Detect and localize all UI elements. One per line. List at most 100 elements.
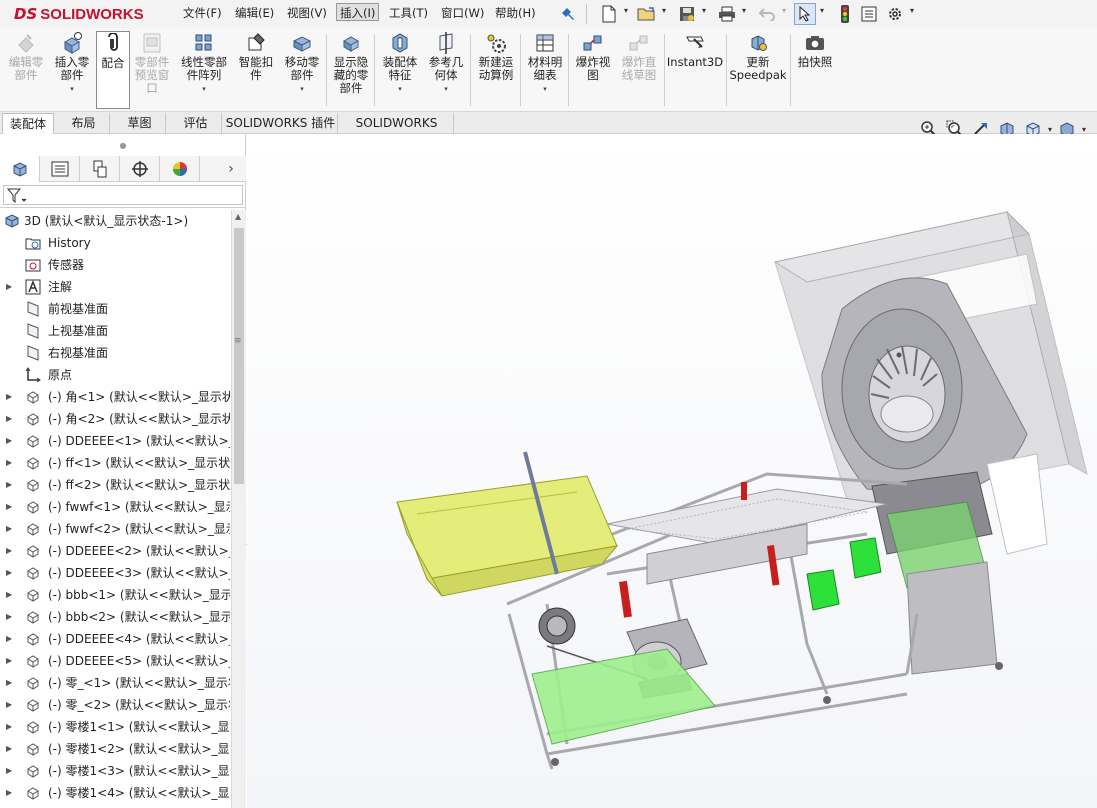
pane-grip[interactable]: ● [0,134,246,156]
tree-item[interactable]: ▶ (-) DDEEEE<1> (默认<<默认>_显 [0,430,230,452]
menu-insert[interactable]: 插入(I) [336,3,380,21]
view-orientation-dropdown-icon[interactable]: ▾ [1048,125,1052,134]
undo-dropdown-icon[interactable]: ▾ [782,6,786,15]
tab-assembly[interactable]: 装配体 [2,113,54,134]
tab-solidworks-addins[interactable]: SOLIDWORKS 插件 [224,113,338,134]
menu-view[interactable]: 视图(V) [284,4,330,22]
open-folder-icon[interactable] [636,3,658,25]
expand-arrow-icon[interactable]: ▶ [6,782,12,804]
mate-button[interactable]: 配合 [96,31,130,109]
expand-arrow-icon[interactable]: ▶ [6,694,12,716]
new-dropdown-icon[interactable]: ▾ [624,6,628,15]
show-hidden-components-button[interactable]: 显示隐 藏的零 部件 [330,32,372,95]
tree-item[interactable]: History [0,232,230,254]
reference-geometry-button[interactable]: 参考几 何体 ▾ [424,32,468,96]
expand-arrow-icon[interactable]: ▶ [6,606,12,628]
expand-arrow-icon[interactable]: ▶ [6,738,12,760]
smart-fastener-button[interactable]: 智能扣 件 [234,32,278,82]
tree-item[interactable]: ▶ (-) 零_<1> (默认<<默认>_显示状 [0,672,230,694]
assembly-feature-button[interactable]: 装配体 特征 ▾ [378,32,422,96]
tree-item[interactable]: ▶ (-) fwwf<1> (默认<<默认>_显示 [0,496,230,518]
component-preview-button[interactable]: 零部件 预览窗 口 [132,32,172,95]
new-document-icon[interactable] [598,3,620,25]
tree-filter-input[interactable] [3,185,243,205]
assembly-feature-dropdown-icon[interactable]: ▾ [398,83,402,96]
expand-arrow-icon[interactable]: ▶ [6,628,12,650]
tree-item[interactable]: 传感器 [0,254,230,276]
new-motion-study-button[interactable]: 新建运 动算例 [474,32,518,82]
file-properties-icon[interactable] [858,3,880,25]
tab-dimxpert-manager[interactable] [120,156,160,182]
expand-arrow-icon[interactable]: ▶ [6,386,12,408]
tree-item[interactable]: ▶ (-) DDEEEE<5> (默认<<默认>_显 [0,650,230,672]
tree-item[interactable]: ▶ (-) DDEEEE<2> (默认<<默认>_显 [0,540,230,562]
edit-component-button[interactable]: 编辑零 部件 [4,32,48,82]
pane-tabs-more-icon[interactable]: › [216,156,246,182]
tree-item[interactable]: ▶ (-) ff<2> (默认<<默认>_显示状态 [0,474,230,496]
reference-geometry-dropdown-icon[interactable]: ▾ [444,83,448,96]
tab-sketch[interactable]: 草图 [114,113,166,134]
expand-arrow-icon[interactable]: ▶ [6,452,12,474]
expand-arrow-icon[interactable]: ▶ [6,496,12,518]
tree-item[interactable]: 上视基准面 [0,320,230,342]
graphics-area[interactable] [247,134,1097,808]
explode-line-sketch-button[interactable]: 爆炸直 线草图 [616,32,662,82]
tree-root-assembly[interactable]: 3D (默认<默认_显示状态-1>) [0,210,230,232]
menu-edit[interactable]: 编辑(E) [232,4,277,22]
tab-layout[interactable]: 布局 [58,113,110,134]
print-dropdown-icon[interactable]: ▾ [742,6,746,15]
bom-button[interactable]: 材料明 细表 ▾ [524,32,566,96]
solidworks-logo[interactable]: DS SOLIDWORKS [14,4,144,24]
save-icon[interactable] [676,3,698,25]
scroll-up-icon[interactable]: ▲ [235,212,241,221]
options-dropdown-icon[interactable]: ▾ [910,6,914,15]
move-component-button[interactable]: 移动零 部件 ▾ [280,32,324,96]
tree-item[interactable]: ▶ (-) 角<2> (默认<<默认>_显示状态 [0,408,230,430]
tree-item[interactable]: 前视基准面 [0,298,230,320]
tab-display-manager[interactable] [160,156,200,182]
expand-arrow-icon[interactable]: ▶ [6,430,12,452]
tree-item[interactable]: ▶ (-) 零楼1<1> (默认<<默认>_显示 [0,716,230,738]
tree-item[interactable]: ▶ (-) DDEEEE<3> (默认<<默认>_显 [0,562,230,584]
linear-pattern-dropdown-icon[interactable]: ▾ [202,83,206,96]
tree-item[interactable]: ▶ (-) 零_<2> (默认<<默认>_显示状 [0,694,230,716]
select-dropdown-icon[interactable]: ▾ [820,6,824,15]
expand-arrow-icon[interactable]: ▶ [6,716,12,738]
exploded-view-button[interactable]: 爆炸视 图 [572,32,614,82]
tab-configuration-manager[interactable] [80,156,120,182]
tab-property-manager[interactable] [40,156,80,182]
tab-solidworks-mbd[interactable]: SOLIDWORKS MBD [340,113,454,150]
display-style-dropdown-icon[interactable]: ▾ [1082,125,1086,134]
expand-arrow-icon[interactable]: ▶ [6,760,12,782]
menu-file[interactable]: 文件(F) [180,4,225,22]
take-snapshot-button[interactable]: 拍快照 [794,32,836,69]
tab-evaluate[interactable]: 评估 [170,113,222,134]
instant3d-button[interactable]: Instant3D [666,32,724,69]
menu-window[interactable]: 窗口(W) [438,4,487,22]
linear-pattern-button[interactable]: 线性零部 件阵列 ▾ [176,32,232,96]
tree-item[interactable]: ▶ (-) 零楼1<4> (默认<<默认>_显示 [0,782,230,804]
insert-component-dropdown-icon[interactable]: ▾ [70,83,74,96]
open-dropdown-icon[interactable]: ▾ [662,6,666,15]
tree-scrollbar[interactable]: ▲ ≡ [231,210,246,808]
expand-arrow-icon[interactable]: ▶ [6,562,12,584]
tree-item[interactable]: ▶ (-) bbb<2> (默认<<默认>_显示状 [0,606,230,628]
tree-item[interactable]: ▶ (-) ff<1> (默认<<默认>_显示状态 [0,452,230,474]
tree-item[interactable]: ▶ (-) 零楼1<2> (默认<<默认>_显示 [0,738,230,760]
expand-arrow-icon[interactable]: ▶ [6,408,12,430]
expand-arrow-icon[interactable]: ▶ [6,540,12,562]
rebuild-traffic-light-icon[interactable] [834,3,856,25]
move-component-dropdown-icon[interactable]: ▾ [300,83,304,96]
select-cursor-icon[interactable] [794,3,816,25]
expand-arrow-icon[interactable]: ▶ [6,672,12,694]
menu-help[interactable]: 帮助(H) [492,4,539,22]
print-icon[interactable] [716,3,738,25]
expand-arrow-icon[interactable]: ▶ [6,474,12,496]
scrollbar-thumb[interactable] [234,228,244,484]
insert-component-button[interactable]: 插入零 部件 ▾ [50,32,94,96]
bom-dropdown-icon[interactable]: ▾ [543,83,547,96]
expand-arrow-icon[interactable]: ▶ [6,518,12,540]
update-speedpak-button[interactable]: 更新 Speedpak [728,32,788,82]
tree-item[interactable]: ▶ (-) 角<1> (默认<<默认>_显示状态 [0,386,230,408]
expand-arrow-icon[interactable]: ▶ [6,276,12,298]
